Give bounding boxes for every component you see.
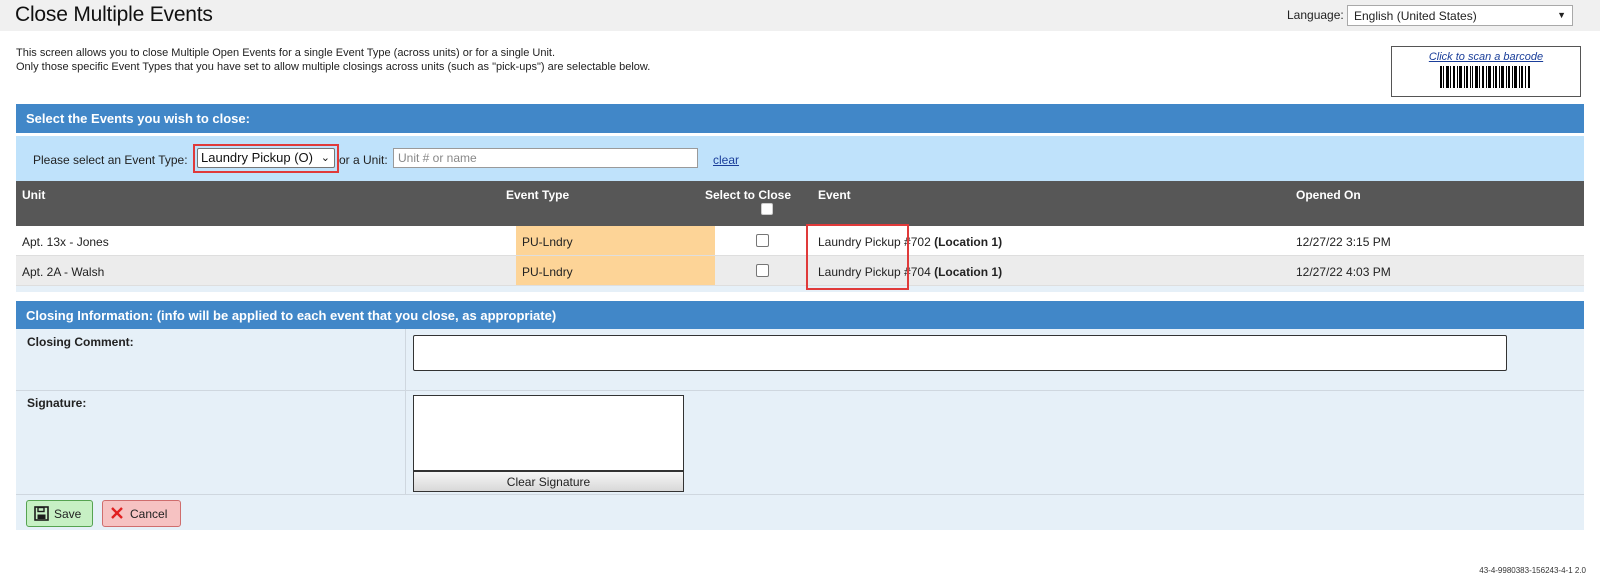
floppy-disk-icon <box>34 506 49 521</box>
clear-filter-link[interactable]: clear <box>713 153 739 167</box>
select-to-close-checkbox[interactable] <box>756 264 769 277</box>
select-all-checkbox[interactable] <box>761 203 773 215</box>
event-type-highlight-box <box>193 144 339 173</box>
column-header-unit[interactable]: Unit <box>22 188 45 202</box>
event-filter-row: Please select an Event Type: Laundry Pic… <box>16 136 1584 181</box>
barcode-icon <box>1440 66 1530 88</box>
grid-footer <box>16 286 1584 292</box>
intro-text: This screen allows you to close Multiple… <box>16 46 650 74</box>
intro-line-1: This screen allows you to close Multiple… <box>16 47 556 59</box>
column-header-event[interactable]: Event <box>818 188 851 202</box>
top-bar: Close Multiple Events Language: English … <box>0 0 1600 31</box>
clear-signature-button[interactable]: Clear Signature <box>413 471 684 492</box>
column-header-event-type[interactable]: Event Type <box>506 188 569 202</box>
event-type-label: Please select an Event Type: <box>33 153 188 167</box>
event-location: (Location 1) <box>934 235 1003 249</box>
page-title: Close Multiple Events <box>15 3 213 26</box>
unit-search-input[interactable] <box>393 148 698 168</box>
language-label: Language: <box>1287 8 1344 22</box>
save-button[interactable]: Save <box>26 500 93 527</box>
event-type-cell: PU-Lndry <box>516 226 715 255</box>
event-highlight-box <box>806 224 909 290</box>
closing-info-panel: Closing Comment: Signature: Clear Signat… <box>16 329 1584 530</box>
signature-pad[interactable] <box>413 395 684 471</box>
opened-on-cell: 12/27/22 4:03 PM <box>1296 265 1391 279</box>
table-row: Apt. 2A - Walsh PU-Lndry Laundry Pickup … <box>16 256 1584 286</box>
language-select-value: English (United States) <box>1354 9 1477 23</box>
cancel-label: Cancel <box>130 507 168 521</box>
opened-on-cell: 12/27/22 3:15 PM <box>1296 235 1391 249</box>
closing-comment-field[interactable] <box>413 335 1507 371</box>
save-label: Save <box>54 507 82 521</box>
version-text: 43-4-9980383-156243-4-1 2.0 <box>1479 566 1586 575</box>
chevron-down-icon: ▼ <box>1557 10 1566 20</box>
table-row: Apt. 13x - Jones PU-Lndry Laundry Pickup… <box>16 226 1584 256</box>
or-unit-label: or a Unit: <box>339 153 388 167</box>
language-select[interactable]: English (United States) ▼ <box>1347 5 1573 26</box>
row-divider <box>16 390 1584 391</box>
close-icon <box>111 507 123 519</box>
event-type-cell: PU-Lndry <box>516 256 715 285</box>
column-divider <box>405 329 406 494</box>
intro-line-2: Only those specific Event Types that you… <box>16 61 651 73</box>
row-divider <box>16 494 1584 495</box>
column-header-opened-on[interactable]: Opened On <box>1296 188 1361 202</box>
column-header-select-to-close: Select to Close <box>705 188 792 202</box>
cancel-button[interactable]: Cancel <box>102 500 181 527</box>
select-events-header: Select the Events you wish to close: <box>16 104 1584 133</box>
signature-label: Signature: <box>27 396 87 410</box>
closing-comment-label: Closing Comment: <box>27 335 134 349</box>
events-grid-header: Unit Event Type Select to Close Event Op… <box>16 181 1584 227</box>
unit-cell: Apt. 2A - Walsh <box>22 265 105 279</box>
unit-cell: Apt. 13x - Jones <box>22 235 109 249</box>
closing-info-header: Closing Information: (info will be appli… <box>16 301 1584 330</box>
select-to-close-checkbox[interactable] <box>756 234 769 247</box>
event-location: (Location 1) <box>934 265 1003 279</box>
barcode-scanner-box[interactable]: Click to scan a barcode <box>1391 46 1581 97</box>
scan-barcode-link[interactable]: Click to scan a barcode <box>1392 51 1580 63</box>
